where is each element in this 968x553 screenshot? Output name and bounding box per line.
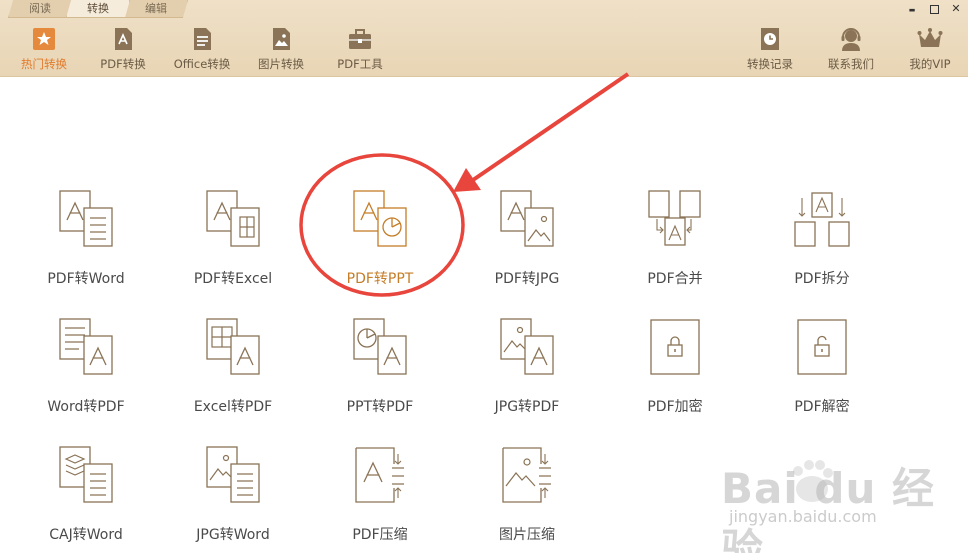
- tool-hot-convert[interactable]: 热门转换: [9, 22, 79, 74]
- close-button[interactable]: ✕: [950, 2, 962, 16]
- feature-pdf-compress[interactable]: PDF压缩: [320, 446, 440, 553]
- tool-label: 联系我们: [828, 57, 874, 71]
- feature-pdf-encrypt[interactable]: PDF加密: [615, 318, 735, 428]
- top-toolbar: 阅读 转换 编辑 ▬ ✕ 热门转换 PDF转换 Office转换 图片转换 PD…: [0, 0, 968, 77]
- watermark-url: jingyan.baidu.com: [729, 507, 877, 526]
- annotation-arrow: [471, 72, 630, 182]
- image-icon: [273, 28, 290, 50]
- support-icon: [841, 28, 861, 51]
- tab-edit[interactable]: 编辑: [124, 0, 188, 18]
- feature-pdf-to-word[interactable]: PDF转Word: [26, 190, 146, 300]
- tool-label: 热门转换: [21, 57, 67, 71]
- tool-my-vip[interactable]: 我的VIP: [895, 22, 965, 74]
- crown-icon: [917, 28, 943, 47]
- feature-label: PDF加密: [647, 399, 703, 415]
- tool-label: PDF工具: [337, 57, 383, 71]
- feature-label: PDF解密: [794, 399, 850, 415]
- tab-convert[interactable]: 转换: [66, 0, 130, 18]
- feature-pdf-decrypt[interactable]: PDF解密: [762, 318, 882, 428]
- pdf-to-ppt-icon: [353, 190, 407, 247]
- feature-label: PDF转JPG: [494, 271, 560, 287]
- jpg-to-word-icon: [206, 446, 260, 503]
- feature-label: JPG转Word: [196, 527, 270, 543]
- star-icon: [33, 28, 55, 50]
- clock-icon: [761, 28, 779, 50]
- watermark: Bai du 经验 jingyan.baidu.com: [721, 449, 956, 553]
- maximize-icon: [929, 5, 939, 14]
- feature-word-to-pdf[interactable]: Word转PDF: [26, 318, 146, 428]
- feature-label: PDF合并: [647, 271, 703, 287]
- pdf-to-word-icon: [59, 190, 113, 247]
- feature-label: JPG转PDF: [494, 399, 560, 415]
- feature-label: Excel转PDF: [193, 399, 273, 415]
- lock-icon: [650, 319, 700, 375]
- tool-label: PDF转换: [100, 57, 146, 71]
- tool-label: Office转换: [173, 57, 231, 71]
- feature-jpg-to-word[interactable]: JPG转Word: [173, 446, 293, 553]
- excel-to-pdf-icon: [206, 318, 260, 375]
- feature-label: PDF转Word: [47, 271, 125, 287]
- feature-pdf-to-jpg[interactable]: PDF转JPG: [467, 190, 587, 300]
- feature-pdf-split[interactable]: PDF拆分: [762, 190, 882, 300]
- watermark-logo-text: Bai du 经验: [721, 464, 935, 553]
- tool-convert-history[interactable]: 转换记录: [735, 22, 805, 74]
- document-icon: [194, 28, 211, 50]
- feature-label: PDF压缩: [352, 527, 408, 543]
- feature-ppt-to-pdf[interactable]: PPT转PDF: [320, 318, 440, 428]
- feature-label: PPT转PDF: [346, 399, 414, 415]
- feature-label: PDF转Excel: [193, 271, 273, 287]
- tool-pdf-convert[interactable]: PDF转换: [88, 22, 158, 74]
- feature-jpg-to-pdf[interactable]: JPG转PDF: [467, 318, 587, 428]
- feature-label: PDF拆分: [794, 271, 850, 287]
- pdf-icon: [115, 28, 132, 50]
- tool-pdf-tools[interactable]: PDF工具: [325, 22, 395, 74]
- tab-read[interactable]: 阅读: [8, 0, 72, 18]
- feature-excel-to-pdf[interactable]: Excel转PDF: [173, 318, 293, 428]
- feature-image-compress[interactable]: 图片压缩: [467, 446, 587, 553]
- window-controls: ▬ ✕: [906, 2, 962, 16]
- tool-office-convert[interactable]: Office转换: [167, 22, 237, 74]
- mode-tabs: 阅读 转换 编辑: [8, 0, 188, 18]
- word-to-pdf-icon: [59, 318, 113, 375]
- tool-contact-us[interactable]: 联系我们: [816, 22, 886, 74]
- tool-label: 图片转换: [258, 57, 304, 71]
- maximize-button[interactable]: [928, 2, 940, 16]
- pdf-to-excel-icon: [206, 190, 260, 247]
- pdf-to-jpg-icon: [500, 190, 554, 247]
- feature-label: Word转PDF: [47, 399, 125, 415]
- feature-label: CAJ转Word: [49, 527, 123, 543]
- tool-label: 我的VIP: [909, 57, 951, 71]
- feature-label: 图片压缩: [499, 527, 555, 543]
- minimize-button[interactable]: ▬: [906, 2, 918, 16]
- jpg-to-pdf-icon: [500, 318, 554, 375]
- feature-label: PDF转PPT: [346, 271, 414, 287]
- feature-pdf-merge[interactable]: PDF合并: [615, 190, 735, 300]
- caj-to-word-icon: [59, 446, 113, 503]
- unlock-icon: [797, 319, 847, 375]
- tool-image-convert[interactable]: 图片转换: [246, 22, 316, 74]
- image-compress-icon: [502, 447, 551, 503]
- converter-app-window: 阅读 转换 编辑 ▬ ✕ 热门转换 PDF转换 Office转换 图片转换 PD…: [0, 0, 968, 553]
- feature-caj-to-word[interactable]: CAJ转Word: [26, 446, 146, 553]
- pdf-compress-icon: [355, 447, 404, 503]
- feature-pdf-to-excel[interactable]: PDF转Excel: [173, 190, 293, 300]
- pdf-split-icon: [794, 192, 850, 247]
- arrow-head-icon: [453, 168, 481, 192]
- feature-pdf-to-ppt[interactable]: PDF转PPT: [320, 190, 440, 300]
- toolbox-icon: [349, 29, 371, 49]
- ppt-to-pdf-icon: [353, 318, 407, 375]
- tool-label: 转换记录: [747, 57, 793, 71]
- pdf-merge-icon: [648, 190, 701, 246]
